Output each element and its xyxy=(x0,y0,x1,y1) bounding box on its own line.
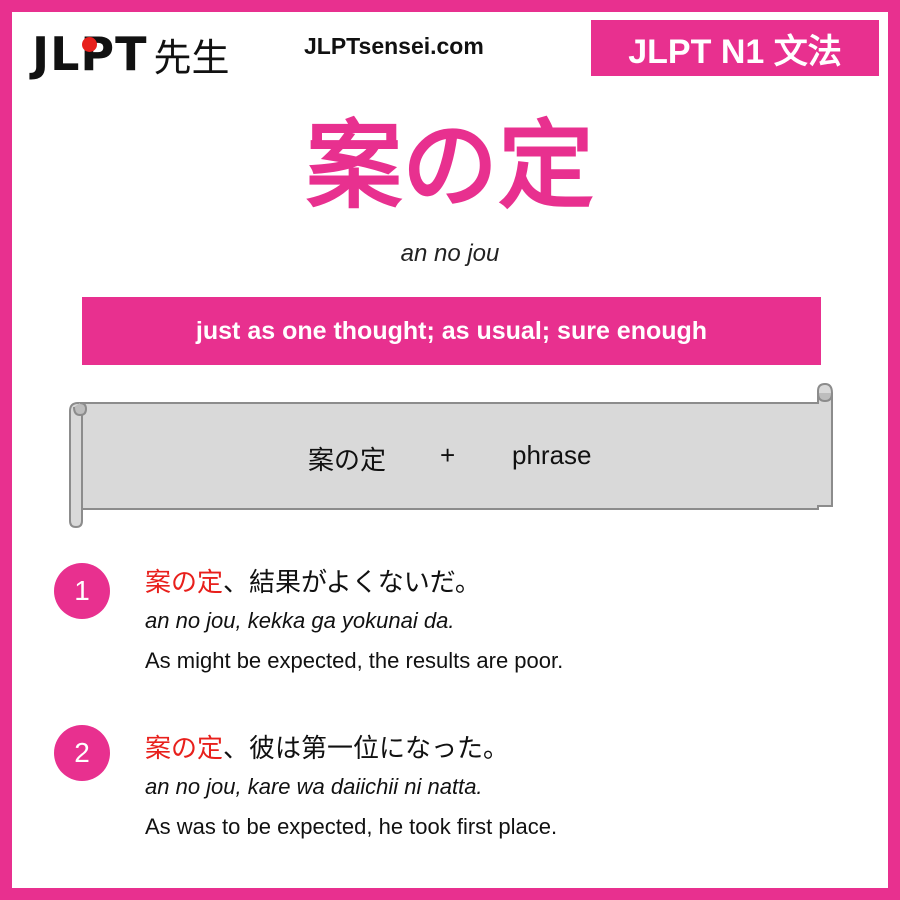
example-number-badge: 1 xyxy=(54,563,110,619)
example-japanese-rest: 、彼は第一位になった。 xyxy=(223,734,510,764)
example-romaji: an no jou, kare wa daiichii ni natta. xyxy=(145,774,483,799)
example-japanese-rest: 、結果がよくないだ。 xyxy=(223,568,481,598)
logo[interactable]: JLPT 先生 xyxy=(32,24,230,84)
example-japanese: 案の定、結果がよくないだ。 xyxy=(145,562,481,599)
example-english: As might be expected, the results are po… xyxy=(145,648,564,673)
site-url[interactable]: JLPTsensei.com xyxy=(304,33,484,60)
logo-kanji: 先生 xyxy=(153,35,230,80)
meaning-banner: just as one thought; as usual; sure enou… xyxy=(82,297,821,365)
formula-grammar: 案の定 xyxy=(308,445,387,475)
formula-scroll: 案の定 + phrase xyxy=(68,381,834,531)
level-badge: JLPT N1 文法 xyxy=(591,20,879,76)
example-grammar-highlight: 案の定 xyxy=(145,734,224,764)
example-romaji: an no jou, kekka ga yokunai da. xyxy=(145,608,455,633)
example-number-badge: 2 xyxy=(54,725,110,781)
formula: 案の定 + phrase xyxy=(68,381,834,531)
example-grammar-highlight: 案の定 xyxy=(145,568,224,598)
grammar-title: 案の定 xyxy=(306,110,594,222)
example-english: As was to be expected, he took first pla… xyxy=(145,814,558,839)
logo-text: JLPT xyxy=(32,27,148,81)
example-japanese: 案の定、彼は第一位になった。 xyxy=(145,728,509,765)
grammar-romaji: an no jou xyxy=(400,240,500,267)
formula-phrase: phrase xyxy=(512,440,592,470)
formula-plus: + xyxy=(440,440,456,470)
logo-red-dot-icon xyxy=(82,37,97,52)
